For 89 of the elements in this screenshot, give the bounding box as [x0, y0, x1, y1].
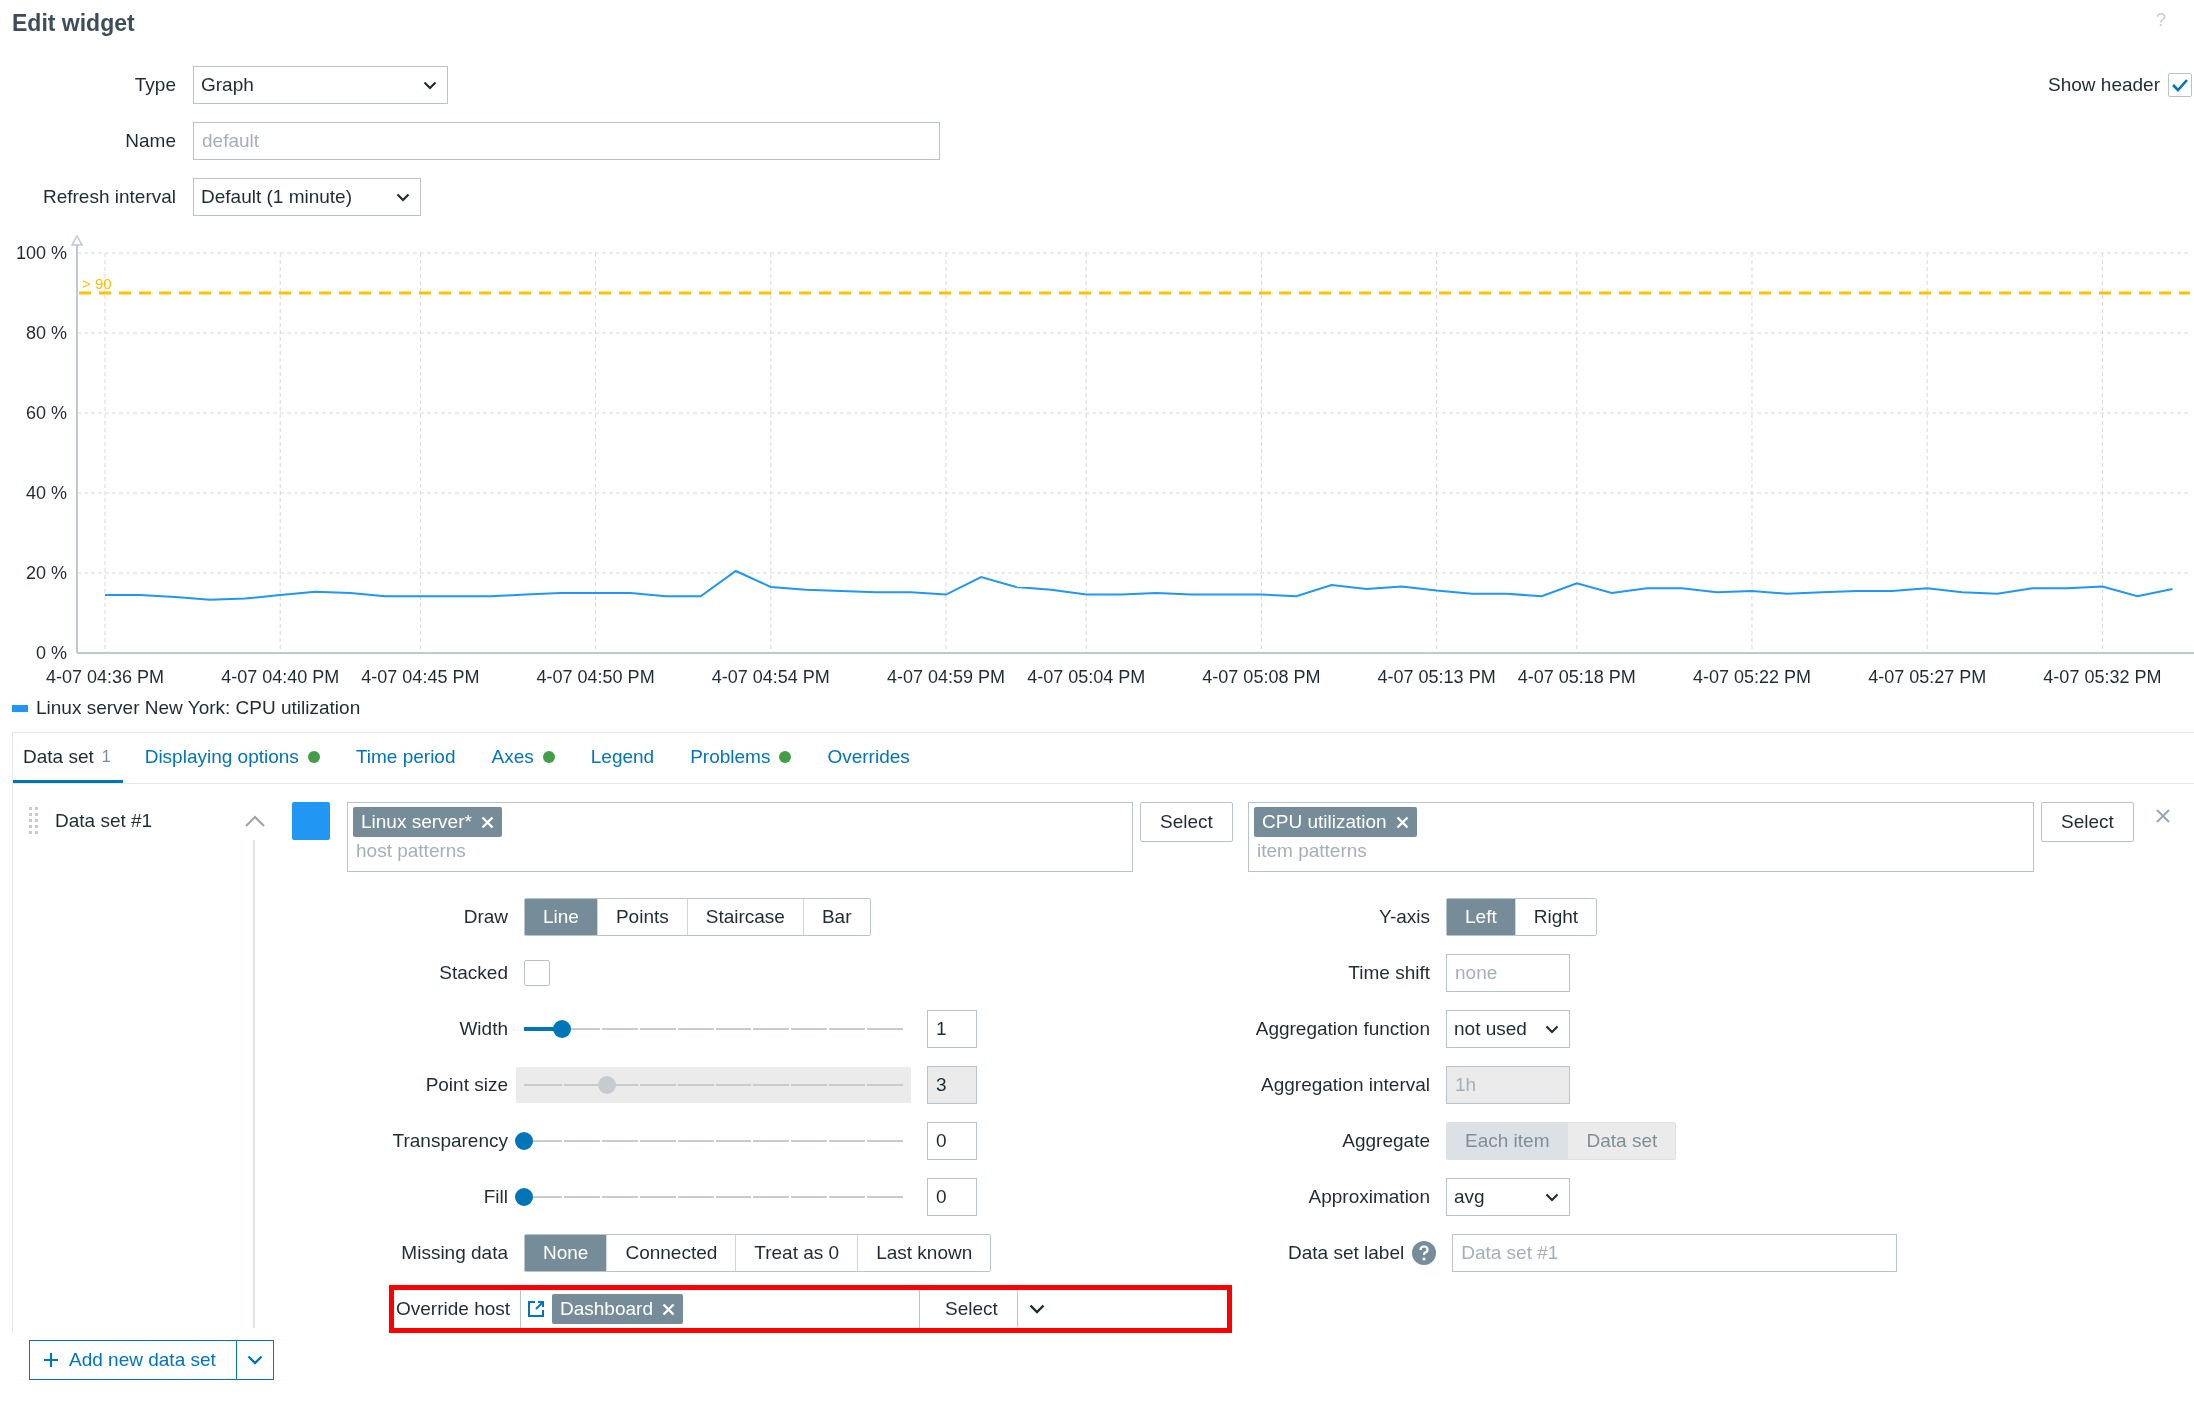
x-tick-label: 4-07 05:32 PM — [2043, 667, 2162, 687]
field-label: Stacked — [438, 962, 508, 984]
status-dot-icon — [307, 750, 320, 763]
x-tick-label: 4-07 05:22 PM — [1692, 667, 1811, 687]
select-button[interactable]: Select — [2041, 802, 2134, 842]
name-field[interactable]: default — [193, 122, 940, 160]
text-field[interactable]: none — [1446, 954, 1570, 992]
threshold-label: > 90 — [82, 275, 112, 292]
field-label: Data set label — [1288, 1242, 1405, 1264]
x-tick-label: 4-07 04:50 PM — [536, 667, 655, 687]
slider-thumb[interactable] — [515, 1132, 533, 1150]
color-picker[interactable] — [292, 802, 330, 840]
external-link-icon[interactable] — [526, 1299, 546, 1319]
chevron-down-icon — [1545, 1024, 1559, 1034]
x-tick-label: 4-07 05:08 PM — [1202, 667, 1321, 687]
slider-thumb[interactable] — [552, 1020, 571, 1038]
chevron-down-icon — [423, 80, 437, 90]
chevron-down-icon — [1029, 1304, 1045, 1314]
chevron-up-icon[interactable] — [244, 814, 266, 828]
x-tick-label: 4-07 05:13 PM — [1377, 667, 1496, 687]
y-tick-label: 60 % — [25, 403, 67, 423]
checkmark-icon — [2171, 78, 2189, 92]
segment-option[interactable]: Right — [1514, 899, 1597, 935]
dropdown-button[interactable] — [236, 1340, 274, 1380]
value-field[interactable]: 0 — [927, 1122, 977, 1160]
checkbox-label: Show header — [2048, 74, 2160, 96]
legend-swatch — [12, 704, 28, 712]
x-tick-label: 4-07 04:45 PM — [361, 667, 480, 687]
select-button[interactable]: Select — [1140, 802, 1233, 842]
dropdown[interactable]: Graph — [193, 66, 448, 104]
tab[interactable]: Overrides — [827, 733, 910, 783]
dropdown[interactable]: avg — [1446, 1178, 1570, 1216]
y-tick-label: 40 % — [25, 483, 67, 503]
y-tick-label: 20 % — [25, 563, 67, 583]
field-label: Aggregation function — [1254, 1018, 1430, 1040]
field-label: Point size — [424, 1074, 508, 1096]
checkbox[interactable] — [2168, 73, 2192, 97]
drag-handle-icon[interactable] — [29, 807, 39, 835]
y-tick-label: 80 % — [25, 323, 67, 343]
field-label: Aggregation interval — [1260, 1074, 1430, 1096]
plus-icon — [43, 1352, 59, 1368]
field-label: Width — [458, 1018, 508, 1040]
text-field[interactable]: Data set #1 — [1452, 1234, 1898, 1272]
x-tick-label: 4-07 04:36 PM — [45, 667, 165, 687]
value-field[interactable]: 1 — [927, 1010, 977, 1048]
field-label: Approximation — [1307, 1186, 1430, 1208]
value-field[interactable]: 0 — [927, 1178, 977, 1216]
help-icon[interactable] — [1412, 1241, 1437, 1265]
field-label: Time shift — [1347, 962, 1430, 984]
field-label: Refresh interval — [41, 186, 176, 208]
x-tick-label: 4-07 05:27 PM — [1868, 667, 1987, 687]
segment-option[interactable]: Bar — [802, 899, 870, 935]
dropdown[interactable]: not used — [1446, 1010, 1570, 1048]
status-dot-icon — [542, 750, 555, 763]
status-dot-icon — [779, 750, 792, 763]
field-label: Y-axis — [1377, 906, 1430, 928]
field-label: Draw — [462, 906, 508, 928]
x-tick-label: 4-07 04:40 PM — [221, 667, 340, 687]
field-label: Override host — [395, 1298, 510, 1320]
chevron-down-icon — [247, 1355, 263, 1365]
slider-thumb[interactable] — [515, 1188, 533, 1206]
dialog-title: Edit widget — [12, 10, 135, 37]
field-label: Transparency — [391, 1130, 508, 1152]
tab[interactable]: Time period — [355, 733, 456, 783]
tab[interactable]: Axes — [491, 733, 555, 783]
chevron-down-icon — [396, 192, 410, 202]
legend-label: Linux server New York: CPU utilization — [36, 697, 361, 719]
y-tick-label: 0 % — [35, 643, 67, 663]
field-label: Type — [133, 74, 176, 96]
field-label: Aggregate — [1341, 1130, 1430, 1152]
chevron-down-icon — [1545, 1192, 1559, 1202]
dropdown[interactable]: Default (1 minute) — [193, 178, 421, 216]
close-icon[interactable] — [2155, 808, 2171, 824]
tab[interactable]: Displaying options — [144, 733, 320, 783]
x-tick-label: 4-07 04:54 PM — [711, 667, 830, 687]
tab[interactable]: Data set 1 — [13, 733, 123, 783]
x-tick-label: 4-07 05:04 PM — [1027, 667, 1146, 687]
field-label: Name — [124, 130, 176, 152]
y-tick-label: 100 % — [15, 243, 67, 263]
data-set-name[interactable]: Data set #1 — [55, 810, 244, 832]
field-label: Missing data — [400, 1242, 508, 1264]
x-tick-label: 4-07 04:59 PM — [886, 667, 1006, 687]
tab[interactable]: Problems — [690, 733, 792, 783]
tab[interactable]: Legend — [590, 733, 655, 783]
add-data-set-button[interactable]: Add new data set — [29, 1340, 237, 1380]
segment-option[interactable]: Last known — [857, 1235, 991, 1271]
x-tick-label: 4-07 05:18 PM — [1517, 667, 1636, 687]
checkbox[interactable] — [524, 960, 550, 986]
field-label: Fill — [482, 1186, 508, 1208]
